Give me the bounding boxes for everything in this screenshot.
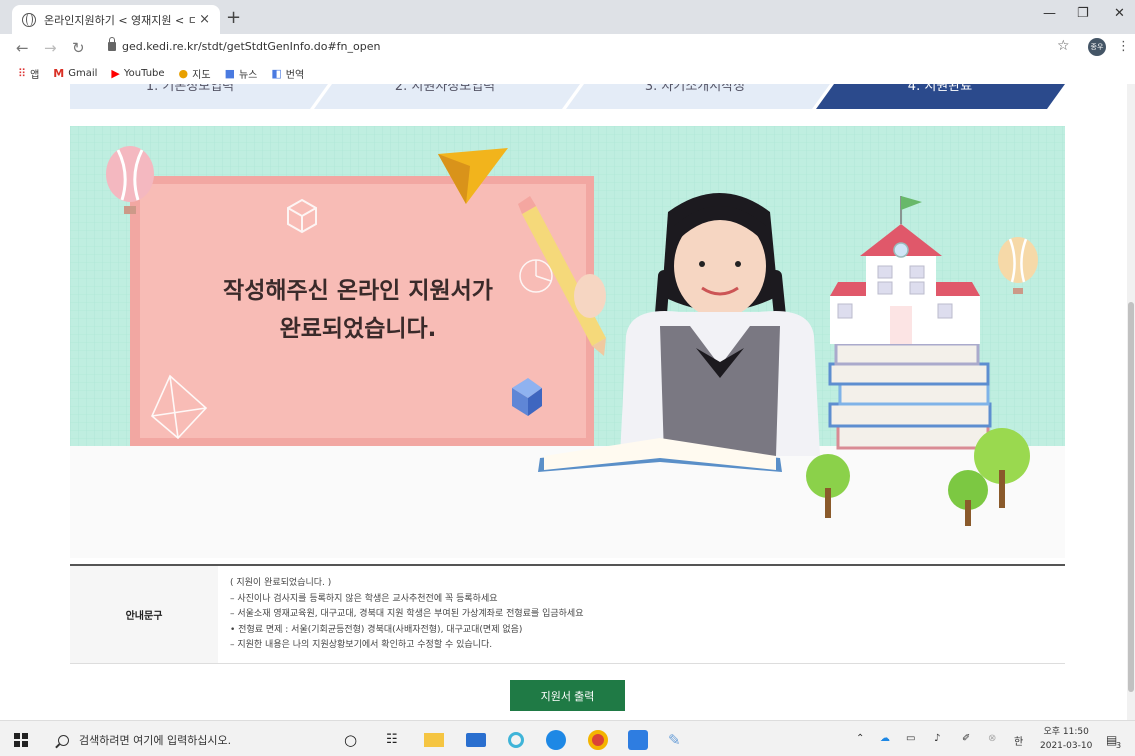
new-tab-button[interactable]: + <box>226 7 241 28</box>
windows-start-icon[interactable] <box>14 733 28 747</box>
step-4-label: 4. 지원완료 <box>908 84 972 94</box>
clock-time: 오후 11:50 <box>1043 727 1089 737</box>
paint-icon[interactable]: ✎ <box>668 730 688 750</box>
forward-icon[interactable]: → <box>44 39 57 57</box>
scrollbar-thumb[interactable] <box>1128 302 1134 692</box>
url-field[interactable]: ged.kedi.re.kr/stdt/getStdtGenInfo.do#fn… <box>108 37 381 53</box>
taskbar-clock[interactable]: 오후 11:50 2021-03-10 <box>1040 725 1092 753</box>
tab-close-icon[interactable]: × <box>199 12 210 27</box>
notice-line: – 서울소재 영재교육원, 대구교대, 경북대 지원 학생은 부여된 가상계좌로… <box>230 609 584 619</box>
apps-grid-icon: ⠿ <box>18 66 27 80</box>
reload-icon[interactable]: ↻ <box>72 39 85 57</box>
chrome-icon[interactable] <box>588 730 608 750</box>
store-icon[interactable] <box>466 733 486 747</box>
notice-line: ( 지원이 완료되었습니다. ) <box>230 578 332 588</box>
globe-icon <box>22 12 36 27</box>
bookmark-gmail[interactable]: M Gmail <box>53 67 97 80</box>
task-view-icon[interactable]: ☷ <box>386 730 406 750</box>
page-scrollbar[interactable] <box>1127 84 1135 720</box>
volume-icon[interactable]: ♪ <box>934 733 940 744</box>
lock-icon <box>108 37 116 51</box>
book-stack-illustration <box>828 342 992 450</box>
address-bar: ← → ↻ ged.kedi.re.kr/stdt/getStdtGenInfo… <box>0 34 1135 62</box>
notification-count: 3 <box>1116 741 1122 750</box>
youtube-icon: ▶ <box>111 66 120 80</box>
bookmark-label: YouTube <box>123 67 165 79</box>
edge-legacy-icon[interactable] <box>508 732 524 748</box>
bookmark-youtube[interactable]: ▶ YouTube <box>111 67 164 80</box>
step-2-label: 2. 지원자정보입력 <box>395 84 495 94</box>
bookmark-star-icon[interactable]: ☆ <box>1057 38 1070 54</box>
cortana-icon[interactable]: ○ <box>344 730 364 750</box>
bookmarks-bar: ⠿ 앱 M Gmail ▶ YouTube ● 지도 ■ 뉴스 ◧ 번역 <box>0 62 1135 84</box>
gmail-icon: M <box>53 66 65 80</box>
window-close-icon[interactable]: ✕ <box>1114 6 1125 21</box>
browser-tab-bar: 온라인지원하기 < 영재지원 < ㄷ × + — ❐ ✕ <box>0 0 1135 34</box>
step-indicator: 1. 기본정보입력 2. 지원자정보입력 3. 자기소개서작성 4. 지원완료 <box>70 84 1065 109</box>
bookmark-label: 지도 <box>192 69 211 81</box>
edge-icon[interactable] <box>546 730 566 750</box>
windows-taskbar: 검색하려면 여기에 입력하십시오. ○ ☷ ✎ ⌃ ☁ ▭ ♪ ✐ ⊗ 한 오후… <box>0 720 1135 756</box>
back-icon[interactable]: ← <box>16 39 29 57</box>
completion-message-line2: 완료되었습니다. <box>280 316 437 342</box>
page-content: 1. 기본정보입력 2. 지원자정보입력 3. 자기소개서작성 4. 지원완료 <box>0 84 1135 720</box>
bookmark-news[interactable]: ■ 뉴스 <box>225 66 258 81</box>
completion-banner: 작성해주신 온라인 지원서가 완료되었습니다. <box>70 126 1065 558</box>
translate-icon: ◧ <box>271 66 282 80</box>
notice-section: 안내문구 ( 지원이 완료되었습니다. ) – 사진이나 검사지를 등록하지 않… <box>70 564 1065 664</box>
ime-mode[interactable]: 한 <box>1014 733 1023 748</box>
taskbar-search[interactable]: 검색하려면 여기에 입력하십시오. <box>58 729 338 751</box>
bookmark-maps[interactable]: ● 지도 <box>179 66 211 81</box>
print-application-button[interactable]: 지원서 출력 <box>510 680 625 711</box>
pen-icon[interactable]: ✐ <box>962 733 970 744</box>
tab-title: 온라인지원하기 < 영재지원 < ㄷ <box>44 13 196 27</box>
battery-icon[interactable]: ▭ <box>906 733 915 744</box>
news-icon: ■ <box>224 66 235 80</box>
notice-label: 안내문구 <box>70 566 218 663</box>
bookmark-apps[interactable]: ⠿ 앱 <box>18 66 39 81</box>
clock-date: 2021-03-10 <box>1040 741 1093 751</box>
avatar[interactable]: 종우 <box>1088 38 1106 56</box>
file-explorer-icon[interactable] <box>424 733 444 747</box>
bookmark-label: Gmail <box>68 67 98 79</box>
onedrive-icon[interactable]: ☁ <box>880 733 890 744</box>
tray-expand-icon[interactable]: ⌃ <box>856 733 864 744</box>
notice-body: ( 지원이 완료되었습니다. ) – 사진이나 검사지를 등록하지 않은 학생은… <box>218 566 583 663</box>
notice-line: • 전형료 면제 : 서울(기회균등전형) 경북대(사배자전형), 대구교대(면… <box>230 624 523 635</box>
notice-line: – 사진이나 검사지를 등록하지 않은 학생은 교사추천전에 꼭 등록하세요 <box>230 593 498 604</box>
search-icon <box>58 734 69 746</box>
bookmark-label: 앱 <box>30 69 40 81</box>
step-1-label: 1. 기본정보입력 <box>146 84 234 94</box>
bookmark-translate[interactable]: ◧ 번역 <box>271 66 304 81</box>
notice-line: – 지원한 내용은 나의 지원상황보기에서 확인하고 수정할 수 있습니다. <box>230 640 493 650</box>
bookmark-label: 번역 <box>285 69 305 81</box>
bookmark-label: 뉴스 <box>238 69 258 81</box>
ime-icon[interactable]: ⊗ <box>988 733 996 744</box>
map-pin-icon: ● <box>178 66 189 80</box>
completion-message-line1: 작성해주신 온라인 지원서가 <box>223 278 493 304</box>
app-icon[interactable] <box>628 730 648 750</box>
taskbar-search-placeholder: 검색하려면 여기에 입력하십시오. <box>79 734 232 747</box>
browser-tab[interactable]: 온라인지원하기 < 영재지원 < ㄷ × <box>12 5 220 34</box>
step-3-label: 3. 자기소개서작성 <box>645 84 745 94</box>
minimize-icon[interactable]: — <box>1043 6 1056 21</box>
url-text: ged.kedi.re.kr/stdt/getStdtGenInfo.do#fn… <box>122 40 381 53</box>
menu-icon[interactable]: ⋮ <box>1117 39 1130 54</box>
restore-icon[interactable]: ❐ <box>1077 6 1089 21</box>
